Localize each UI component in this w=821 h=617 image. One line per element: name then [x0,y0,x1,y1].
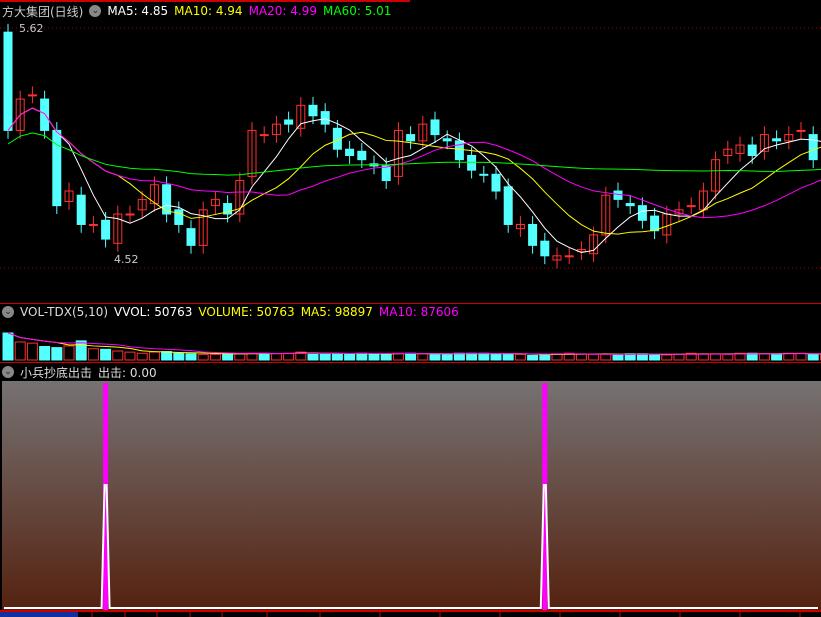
candle [381,165,391,182]
candle [40,98,50,131]
volume-bar [136,352,148,361]
candle [76,194,86,225]
volume-bar [344,353,356,361]
candle [186,228,196,246]
volume-bar [527,355,539,361]
volume-bar [441,353,453,361]
stock-chart[interactable] [0,0,821,617]
volume-bar [2,332,14,361]
candle [686,205,696,208]
candle [467,154,477,171]
volume-bar [771,353,783,361]
volume-bar [453,352,465,361]
volume-bar [661,354,673,361]
volume-bar [380,353,392,361]
volume-bar [502,353,514,361]
candle [345,148,355,156]
candle [27,94,37,97]
volume-bar [807,353,819,361]
volume-bar [75,340,87,361]
candle [101,219,111,240]
candle [125,213,135,216]
volume-bar [63,345,75,361]
candle [540,240,550,257]
volume-bar [392,352,404,361]
volume-bar [478,352,490,361]
volume-bar [331,353,343,361]
candle [174,209,184,225]
volume-bar [405,352,417,361]
candle [650,215,660,232]
vol-ma10-line [7,332,821,355]
volume-bar [588,353,600,361]
volume-bar [185,353,197,361]
candle [406,134,416,142]
volume-bar [795,352,807,361]
signal-line [4,484,818,609]
candle [772,138,782,142]
volume-bar [356,352,368,361]
candle [52,129,62,207]
volume-bar [14,341,26,361]
volume-bar [234,353,246,361]
candle [430,119,440,136]
volume-bar [722,353,734,361]
volume-bar [283,352,295,361]
volume-bar [417,353,429,361]
volume-bar [209,353,221,361]
volume-bar [173,352,185,361]
volume-bar [429,353,441,361]
volume-bar [600,353,612,361]
volume-bar [710,353,722,361]
volume-bar [673,353,685,361]
volume-bar [368,353,380,361]
volume-bar [258,352,270,361]
candle [625,203,635,207]
candle [442,138,452,142]
candle [564,255,574,258]
volume-bar [161,351,173,361]
volume-bar [87,348,99,361]
candle [808,134,818,161]
volume-bar [697,353,709,361]
volume-bar [319,353,331,361]
candle [796,129,806,132]
candle [479,173,489,176]
volume-bar [197,353,209,361]
candle [284,119,294,125]
volume-bar [649,353,661,361]
volume-bar [783,352,795,361]
candle [454,140,464,161]
ma5-line [7,107,821,253]
candle [88,223,98,226]
volume-bar [539,354,551,361]
volume-bar [148,351,160,361]
candle [503,186,513,225]
candle [308,104,318,117]
volume-bar [612,354,624,361]
candle [747,144,757,156]
volume-bar [758,353,770,361]
candle [528,223,538,246]
vol-ma5-line [7,332,821,355]
volume-bar [112,350,124,361]
volume-bar [26,342,38,361]
candle [613,190,623,200]
volume-bar [39,346,51,361]
volume-bar [514,353,526,361]
volume-bar [490,353,502,361]
volume-bar [100,348,112,361]
candle [320,111,330,125]
candle [491,173,501,192]
candle [357,150,367,161]
volume-bar [51,347,63,361]
volume-bar [270,353,282,361]
volume-bar [466,352,478,361]
candle [3,31,13,131]
volume-bar [124,351,136,361]
volume-bar [307,352,319,361]
candle [259,134,269,137]
